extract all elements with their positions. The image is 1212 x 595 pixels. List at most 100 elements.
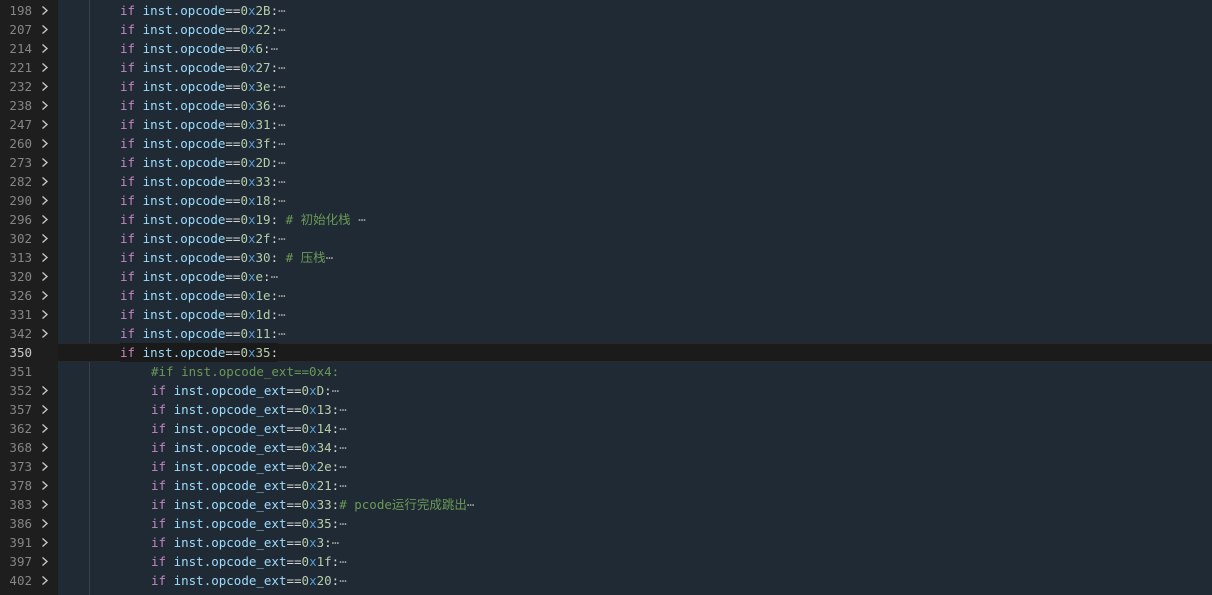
- code-line[interactable]: 383 if inst.opcode_ext==0x33:# pcode运行完成跳…: [0, 495, 1212, 514]
- chevron-right-icon[interactable]: [40, 324, 54, 343]
- chevron-right-icon[interactable]: [40, 514, 54, 533]
- code-line[interactable]: 290 if inst.opcode==0x18:⋯: [0, 191, 1212, 210]
- code-line[interactable]: 214 if inst.opcode==0x6:⋯: [0, 39, 1212, 58]
- code-line[interactable]: 273 if inst.opcode==0x2D:⋯: [0, 153, 1212, 172]
- code-line[interactable]: 232 if inst.opcode==0x3e:⋯: [0, 77, 1212, 96]
- chevron-right-icon[interactable]: [40, 210, 54, 229]
- chevron-right-icon[interactable]: [40, 58, 54, 77]
- folded-ellipsis-icon[interactable]: ⋯: [339, 459, 347, 474]
- chevron-right-icon[interactable]: [40, 1, 54, 20]
- code-line[interactable]: 302 if inst.opcode==0x2f:⋯: [0, 229, 1212, 248]
- chevron-right-icon[interactable]: [40, 153, 54, 172]
- colon: :: [270, 288, 279, 303]
- chevron-right-icon[interactable]: [40, 438, 54, 457]
- folded-ellipsis-icon[interactable]: ⋯: [278, 79, 286, 94]
- keyword-if: if: [151, 421, 167, 436]
- code-line[interactable]: 342 if inst.opcode==0x11:⋯: [0, 324, 1212, 343]
- chevron-right-icon[interactable]: [40, 552, 54, 571]
- chevron-right-icon[interactable]: [40, 476, 54, 495]
- folded-ellipsis-icon[interactable]: ⋯: [271, 41, 279, 56]
- code-line[interactable]: 351 #if inst.opcode_ext==0x4:: [0, 362, 1212, 381]
- chevron-right-icon[interactable]: [40, 134, 54, 153]
- code-line[interactable]: 391 if inst.opcode_ext==0x3:⋯: [0, 533, 1212, 552]
- code-line[interactable]: 350 if inst.opcode==0x35:: [0, 343, 1212, 362]
- chevron-right-icon[interactable]: [40, 533, 54, 552]
- folded-ellipsis-icon[interactable]: ⋯: [332, 383, 340, 398]
- chevron-right-icon[interactable]: [40, 381, 54, 400]
- keyword-if: if: [120, 345, 136, 360]
- folded-ellipsis-icon[interactable]: ⋯: [278, 60, 286, 75]
- code-line[interactable]: 331 if inst.opcode==0x1d:⋯: [0, 305, 1212, 324]
- folded-ellipsis-icon[interactable]: ⋯: [278, 117, 286, 132]
- chevron-right-icon[interactable]: [40, 286, 54, 305]
- code-line[interactable]: 198 if inst.opcode==0x2B:⋯: [0, 1, 1212, 20]
- code-line[interactable]: 386 if inst.opcode_ext==0x35:⋯: [0, 514, 1212, 533]
- code-line[interactable]: 207 if inst.opcode==0x22:⋯: [0, 20, 1212, 39]
- chevron-right-icon[interactable]: [40, 229, 54, 248]
- folded-ellipsis-icon[interactable]: ⋯: [339, 516, 347, 531]
- code-line[interactable]: 373 if inst.opcode_ext==0x2e:⋯: [0, 457, 1212, 476]
- folded-ellipsis-icon[interactable]: ⋯: [332, 535, 340, 550]
- variable-name: inst.opcode_ext: [173, 497, 287, 512]
- chevron-right-icon[interactable]: [40, 267, 54, 286]
- chevron-right-icon[interactable]: [40, 96, 54, 115]
- code-comment: #if inst.opcode_ext==0x4:: [151, 364, 340, 379]
- code-line[interactable]: 378 if inst.opcode_ext==0x21:⋯: [0, 476, 1212, 495]
- folded-ellipsis-icon[interactable]: ⋯: [278, 3, 286, 18]
- folded-ellipsis-icon[interactable]: ⋯: [278, 98, 286, 113]
- folded-ellipsis-icon[interactable]: ⋯: [358, 212, 366, 227]
- folded-ellipsis-icon[interactable]: ⋯: [278, 174, 286, 189]
- colon: :: [270, 231, 279, 246]
- chevron-right-icon[interactable]: [40, 248, 54, 267]
- folded-ellipsis-icon[interactable]: ⋯: [339, 402, 347, 417]
- code-line[interactable]: 238 if inst.opcode==0x36:⋯: [0, 96, 1212, 115]
- chevron-right-icon[interactable]: [40, 571, 54, 590]
- line-number: 326: [9, 288, 32, 303]
- folded-ellipsis-icon[interactable]: ⋯: [278, 136, 286, 151]
- chevron-right-icon[interactable]: [40, 457, 54, 476]
- folded-ellipsis-icon[interactable]: ⋯: [271, 269, 279, 284]
- chevron-right-icon[interactable]: [40, 400, 54, 419]
- code-line[interactable]: 260 if inst.opcode==0x3f:⋯: [0, 134, 1212, 153]
- folded-ellipsis-icon[interactable]: ⋯: [278, 326, 286, 341]
- folded-ellipsis-icon[interactable]: ⋯: [326, 250, 334, 265]
- chevron-right-icon[interactable]: [40, 191, 54, 210]
- code-line[interactable]: 247 if inst.opcode==0x31:⋯: [0, 115, 1212, 134]
- folded-ellipsis-icon[interactable]: ⋯: [278, 307, 286, 322]
- code-line[interactable]: 402 if inst.opcode_ext==0x20:⋯: [0, 571, 1212, 590]
- chevron-right-icon[interactable]: [40, 20, 54, 39]
- chevron-right-icon[interactable]: [40, 39, 54, 58]
- chevron-right-icon[interactable]: [40, 305, 54, 324]
- chevron-right-icon[interactable]: [40, 115, 54, 134]
- chevron-right-icon[interactable]: [40, 495, 54, 514]
- code-line[interactable]: 296 if inst.opcode==0x19: # 初始化栈 ⋯: [0, 210, 1212, 229]
- code-line[interactable]: 352 if inst.opcode_ext==0xD:⋯: [0, 381, 1212, 400]
- folded-ellipsis-icon[interactable]: ⋯: [278, 231, 286, 246]
- code-line[interactable]: 282 if inst.opcode==0x33:⋯: [0, 172, 1212, 191]
- code-line[interactable]: 368 if inst.opcode_ext==0x34:⋯: [0, 438, 1212, 457]
- folded-ellipsis-icon[interactable]: ⋯: [278, 193, 286, 208]
- code-line[interactable]: 357 if inst.opcode_ext==0x13:⋯: [0, 400, 1212, 419]
- chevron-right-icon[interactable]: [40, 172, 54, 191]
- folded-ellipsis-icon[interactable]: ⋯: [278, 288, 286, 303]
- code-line[interactable]: 221 if inst.opcode==0x27:⋯: [0, 58, 1212, 77]
- chevron-right-icon[interactable]: [40, 419, 54, 438]
- code-line[interactable]: 320 if inst.opcode==0xe:⋯: [0, 267, 1212, 286]
- chevron-right-icon[interactable]: [40, 77, 54, 96]
- code-line[interactable]: 326 if inst.opcode==0x1e:⋯: [0, 286, 1212, 305]
- folded-ellipsis-icon[interactable]: ⋯: [278, 155, 286, 170]
- code-editor[interactable]: 198 if inst.opcode==0x2B:⋯ 207 if inst.opco…: [0, 0, 1212, 595]
- code-line[interactable]: 397 if inst.opcode_ext==0x1f:⋯: [0, 552, 1212, 571]
- folded-ellipsis-icon[interactable]: ⋯: [339, 554, 347, 569]
- line-number: 221: [9, 60, 32, 75]
- folded-ellipsis-icon[interactable]: ⋯: [339, 440, 347, 455]
- folded-ellipsis-icon[interactable]: ⋯: [339, 573, 347, 588]
- folded-ellipsis-icon[interactable]: ⋯: [339, 478, 347, 493]
- operator: ==: [225, 22, 241, 37]
- variable-name: inst.opcode: [142, 231, 226, 246]
- folded-ellipsis-icon[interactable]: ⋯: [278, 22, 286, 37]
- code-line[interactable]: 313 if inst.opcode==0x30: # 压栈⋯: [0, 248, 1212, 267]
- folded-ellipsis-icon[interactable]: ⋯: [339, 421, 347, 436]
- code-line[interactable]: 362 if inst.opcode_ext==0x14:⋯: [0, 419, 1212, 438]
- folded-ellipsis-icon[interactable]: ⋯: [467, 497, 475, 512]
